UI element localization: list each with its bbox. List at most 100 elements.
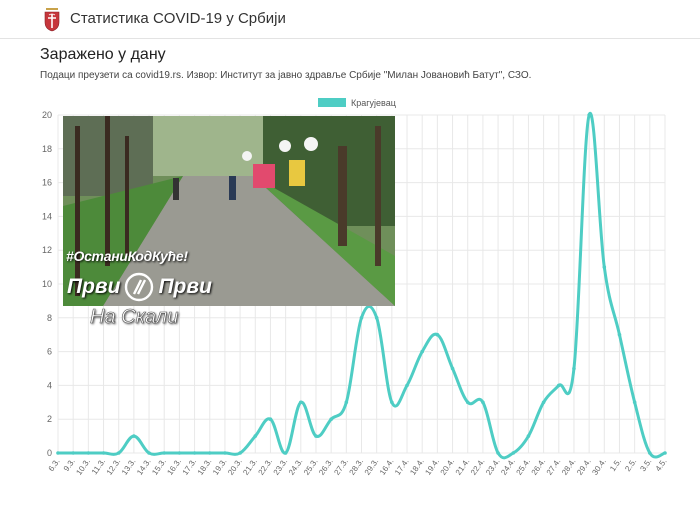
x-tick-label: 6.3. xyxy=(47,457,62,473)
data-point xyxy=(132,434,136,438)
data-point xyxy=(390,400,394,405)
x-tick-label: 15.3. xyxy=(150,457,168,477)
x-tick-label: 19.3. xyxy=(211,457,229,477)
x-tick-label: 2.5. xyxy=(623,457,638,473)
x-tick-label: 21.3. xyxy=(241,457,259,477)
data-point xyxy=(116,451,121,455)
data-point xyxy=(268,417,273,422)
data-point xyxy=(663,451,667,455)
x-tick-label: 22.4. xyxy=(469,457,487,477)
brand-left: Први xyxy=(67,275,121,298)
x-tick-label: 4.5. xyxy=(654,457,669,473)
x-tick-label: 25.3. xyxy=(302,457,320,477)
y-tick-label: 16 xyxy=(42,178,52,188)
x-tick-label: 24.3. xyxy=(287,457,305,477)
y-tick-label: 2 xyxy=(47,414,52,424)
y-tick-label: 6 xyxy=(47,347,52,357)
data-point xyxy=(374,316,379,320)
data-point xyxy=(344,400,349,405)
data-point xyxy=(435,332,440,337)
data-point xyxy=(496,451,500,455)
photo-caption: #ОстаниКодКуће! xyxy=(66,248,188,264)
data-point xyxy=(556,383,561,388)
brand-right: Први xyxy=(158,275,212,298)
data-point xyxy=(192,451,197,455)
data-point xyxy=(420,349,425,354)
data-point xyxy=(299,400,303,405)
x-tick-label: 29.4. xyxy=(575,457,593,477)
x-tick-label: 16.4. xyxy=(378,457,396,477)
data-point xyxy=(283,451,288,455)
x-tick-label: 27.4. xyxy=(545,457,563,477)
x-tick-label: 29.3. xyxy=(363,457,381,477)
data-point xyxy=(253,434,258,438)
x-tick-label: 17.4. xyxy=(393,457,411,477)
x-tick-label: 18.3. xyxy=(196,457,214,477)
x-tick-label: 30.4. xyxy=(590,457,608,477)
data-point xyxy=(238,451,242,455)
data-point xyxy=(481,400,485,405)
x-tick-label: 23.4. xyxy=(484,457,502,477)
y-tick-label: 18 xyxy=(42,144,52,154)
data-point xyxy=(617,332,622,337)
x-tick-label: 23.3. xyxy=(272,457,290,477)
legend-label: Крагујевац xyxy=(351,98,396,108)
brand-subtitle: На Скали xyxy=(90,306,179,329)
data-point xyxy=(602,265,607,269)
x-tick-label: 11.3. xyxy=(90,457,107,476)
y-tick-label: 0 xyxy=(47,448,52,458)
data-point xyxy=(314,434,318,438)
data-point xyxy=(465,400,470,405)
data-point xyxy=(405,383,409,388)
data-point xyxy=(572,366,576,371)
data-point xyxy=(162,451,167,455)
x-tick-label: 1.5. xyxy=(608,457,623,473)
x-tick-label: 25.4. xyxy=(514,457,532,477)
data-point xyxy=(71,451,75,455)
data-point xyxy=(207,451,212,455)
data-point xyxy=(177,451,182,455)
x-tick-label: 20.4. xyxy=(439,457,457,477)
park-photo: #ОстаниКодКуће! Први Први xyxy=(63,116,395,306)
y-tick-label: 4 xyxy=(47,380,52,390)
y-tick-label: 12 xyxy=(42,245,52,255)
x-tick-label: 10.3. xyxy=(74,457,92,477)
data-point xyxy=(648,451,652,455)
x-tick-label: 26.3. xyxy=(317,457,335,477)
data-point xyxy=(587,113,591,117)
data-point xyxy=(511,451,516,455)
x-tick-label: 26.4. xyxy=(530,457,548,477)
x-tick-label: 24.4. xyxy=(499,457,517,477)
y-tick-label: 14 xyxy=(42,211,52,221)
x-tick-label: 14.3. xyxy=(135,457,153,477)
x-tick-label: 27.3. xyxy=(332,457,350,477)
legend-swatch xyxy=(318,98,346,107)
data-point xyxy=(86,451,91,455)
x-tick-label: 19.4. xyxy=(423,457,441,477)
data-point xyxy=(223,451,227,455)
x-tick-label: 16.3. xyxy=(165,457,183,477)
y-tick-label: 8 xyxy=(47,313,52,323)
data-point xyxy=(101,451,106,455)
data-point xyxy=(541,400,546,405)
x-tick-label: 28.4. xyxy=(560,457,578,477)
data-point xyxy=(359,316,364,320)
y-tick-label: 20 xyxy=(42,110,52,120)
brand-row: Први Први xyxy=(67,271,212,303)
pravi-logo-icon xyxy=(125,272,154,302)
x-tick-label: 13.3. xyxy=(120,457,138,477)
data-point xyxy=(56,451,60,455)
data-point xyxy=(147,451,151,455)
data-point xyxy=(450,366,455,371)
data-point xyxy=(329,417,333,422)
x-tick-label: 12.3. xyxy=(105,457,123,477)
data-point xyxy=(632,400,637,405)
x-tick-label: 3.5. xyxy=(638,457,653,473)
x-tick-label: 21.4. xyxy=(454,457,472,477)
x-tick-label: 28.3. xyxy=(348,457,366,477)
x-tick-label: 22.3. xyxy=(257,457,275,477)
y-tick-label: 10 xyxy=(42,279,52,289)
x-tick-label: 20.3. xyxy=(226,457,244,477)
x-tick-label: 17.3. xyxy=(181,457,199,477)
x-tick-label: 18.4. xyxy=(408,457,426,477)
